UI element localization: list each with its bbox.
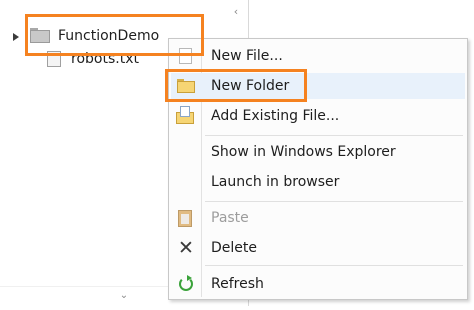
menu-item-add-existing-file[interactable]: Add Existing File... — [171, 103, 465, 129]
menu-separator — [205, 135, 463, 136]
scroll-down-icon[interactable]: ⌄ — [116, 289, 132, 303]
menu-item-new-file[interactable]: New File... — [171, 43, 465, 69]
menu-item-label: Show in Windows Explorer — [211, 144, 396, 160]
refresh-icon — [171, 271, 199, 297]
highlight-box-new-folder — [165, 69, 307, 102]
add-existing-file-icon — [171, 103, 199, 129]
menu-item-label: Refresh — [211, 276, 264, 292]
empty-icon-slot — [171, 139, 199, 165]
highlight-box-project — [25, 14, 204, 56]
menu-item-delete[interactable]: ✕ Delete — [171, 235, 465, 261]
menu-separator — [205, 201, 463, 202]
menu-item-launch-in-browser[interactable]: Launch in browser — [171, 169, 465, 195]
expander-triangle-icon[interactable] — [12, 32, 20, 42]
menu-item-label: Delete — [211, 240, 257, 256]
paste-icon — [171, 205, 199, 231]
delete-icon: ✕ — [178, 237, 194, 259]
menu-item-paste: Paste — [171, 205, 465, 231]
menu-item-refresh[interactable]: Refresh — [171, 271, 465, 297]
menu-item-label: Add Existing File... — [211, 108, 340, 124]
menu-item-show-in-explorer[interactable]: Show in Windows Explorer — [171, 139, 465, 165]
empty-icon-slot — [171, 169, 199, 195]
menu-item-label: Paste — [211, 210, 249, 226]
menu-item-label: Launch in browser — [211, 174, 340, 190]
menu-separator — [205, 265, 463, 266]
scroll-left-icon[interactable]: ‹ — [228, 4, 244, 20]
menu-item-label: New File... — [211, 48, 283, 64]
